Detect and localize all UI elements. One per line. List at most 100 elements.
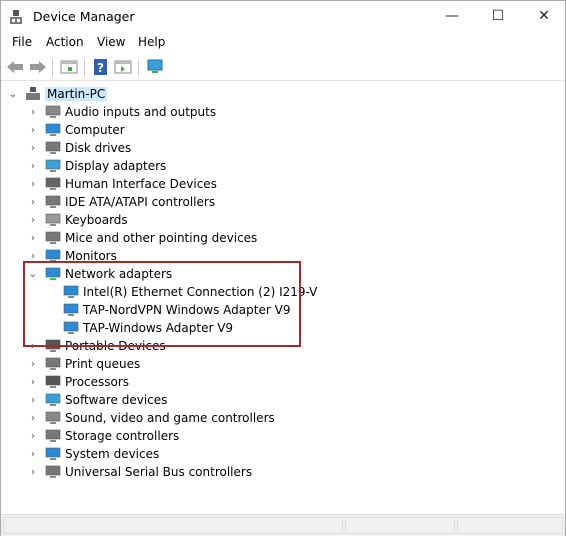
tree-item-label: Processors xyxy=(65,375,130,389)
expand-chevron-icon[interactable]: › xyxy=(27,467,39,478)
toolbar-separator xyxy=(84,59,85,77)
device-manager-window: Device Manager — ☐ ✕ File Action View He… xyxy=(0,0,566,536)
tree-child-item[interactable]: TAP-Windows Adapter V9 xyxy=(45,319,233,337)
sound-icon xyxy=(45,411,61,424)
expand-chevron-icon[interactable]: › xyxy=(27,179,39,190)
tree-root[interactable]: ⌄ Martin-PC xyxy=(7,85,108,103)
tree-item[interactable]: › Disk drives xyxy=(27,139,131,157)
expand-chevron-icon[interactable]: › xyxy=(27,395,39,406)
status-pane xyxy=(345,517,455,534)
display-icon xyxy=(45,159,61,172)
tree-item[interactable]: › Human Interface Devices xyxy=(27,175,217,193)
expand-chevron-icon[interactable]: › xyxy=(27,341,39,352)
toolbar: ? xyxy=(1,55,565,81)
tree-item[interactable]: › Computer xyxy=(27,121,125,139)
forward-icon[interactable] xyxy=(29,59,47,75)
tree-item-label: System devices xyxy=(65,447,160,461)
monitor-icon xyxy=(45,249,61,262)
properties-icon[interactable] xyxy=(60,59,78,75)
tree-item[interactable]: › Storage controllers xyxy=(27,427,179,445)
expand-chevron-icon[interactable]: › xyxy=(27,107,39,118)
tree-item-label: TAP-NordVPN Windows Adapter V9 xyxy=(83,303,291,317)
tree-item-label: Universal Serial Bus controllers xyxy=(65,465,253,479)
expand-chevron-icon[interactable]: › xyxy=(27,233,39,244)
tree-item-label: Print queues xyxy=(65,357,141,371)
tree-item-label: Mice and other pointing devices xyxy=(65,231,258,245)
expand-chevron-icon[interactable]: › xyxy=(27,449,39,460)
tree-item[interactable]: › Portable Devices xyxy=(27,337,166,355)
minimize-button[interactable]: — xyxy=(429,1,475,31)
expand-chevron-icon[interactable]: › xyxy=(27,359,39,370)
window-title: Device Manager xyxy=(33,9,135,24)
portable-icon xyxy=(45,339,61,352)
expand-chevron-icon[interactable]: › xyxy=(27,161,39,172)
tree-item-label: Intel(R) Ethernet Connection (2) I219-V xyxy=(83,285,318,299)
maximize-button[interactable]: ☐ xyxy=(475,1,521,31)
disk-icon xyxy=(45,141,61,154)
driver-icon[interactable] xyxy=(114,59,132,75)
toolbar-separator xyxy=(138,59,139,77)
network-adapter-icon xyxy=(63,285,79,298)
expand-chevron-icon[interactable]: › xyxy=(27,125,39,136)
expand-chevron-icon[interactable]: › xyxy=(27,215,39,226)
speaker-icon xyxy=(45,105,61,118)
toolbar-separator xyxy=(52,59,53,77)
tree-item[interactable]: › Monitors xyxy=(27,247,117,265)
system-icon xyxy=(45,447,61,460)
monitor-icon[interactable] xyxy=(146,59,164,75)
expand-chevron-icon[interactable]: › xyxy=(27,143,39,154)
tree-item[interactable]: › Audio inputs and outputs xyxy=(27,103,216,121)
tree-item-label: Software devices xyxy=(65,393,168,407)
expand-chevron-icon[interactable]: › xyxy=(27,413,39,424)
tree-item[interactable]: › Display adapters xyxy=(27,157,166,175)
status-pane xyxy=(457,517,563,534)
close-button[interactable]: ✕ xyxy=(521,1,566,31)
tree-item[interactable]: › Universal Serial Bus controllers xyxy=(27,463,252,481)
tree-item-label: Keyboards xyxy=(65,213,128,227)
tree-item[interactable]: › Software devices xyxy=(27,391,167,409)
tree-item-label: Storage controllers xyxy=(65,429,180,443)
status-bar xyxy=(1,514,565,536)
menu-view[interactable]: View xyxy=(97,35,125,49)
tree-child-item[interactable]: Intel(R) Ethernet Connection (2) I219-V xyxy=(45,283,317,301)
tree-item[interactable]: › Mice and other pointing devices xyxy=(27,229,257,247)
tree-item[interactable]: › Processors xyxy=(27,373,129,391)
tree-child-item[interactable]: TAP-NordVPN Windows Adapter V9 xyxy=(45,301,290,319)
tree-item[interactable]: › Print queues xyxy=(27,355,140,373)
menu-help[interactable]: Help xyxy=(138,35,165,49)
tree-item-label: Disk drives xyxy=(65,141,132,155)
expand-chevron-icon[interactable]: › xyxy=(27,431,39,442)
tree-item[interactable]: › IDE ATA/ATAPI controllers xyxy=(27,193,215,211)
collapse-chevron-icon[interactable]: ⌄ xyxy=(7,89,19,100)
tree-item-label: Martin-PC xyxy=(45,87,108,101)
expand-chevron-icon[interactable]: › xyxy=(27,251,39,262)
menu-file[interactable]: File xyxy=(12,35,32,49)
tree-item[interactable]: › Keyboards xyxy=(27,211,128,229)
hid-icon xyxy=(45,177,61,190)
tree-item-label: Computer xyxy=(65,123,125,137)
back-icon[interactable] xyxy=(6,59,24,75)
tree-item[interactable]: › System devices xyxy=(27,445,159,463)
device-manager-icon xyxy=(10,10,22,24)
tree-item-label: Portable Devices xyxy=(65,339,166,353)
usb-icon xyxy=(45,465,61,478)
tree-item[interactable]: › Sound, video and game controllers xyxy=(27,409,275,427)
ide-icon xyxy=(45,195,61,208)
keyboard-icon xyxy=(45,213,61,226)
status-pane xyxy=(3,517,343,534)
tree-item-label: Display adapters xyxy=(65,159,167,173)
processor-icon xyxy=(45,375,61,388)
tree-item-label: Sound, video and game controllers xyxy=(65,411,275,425)
title-bar: Device Manager — ☐ ✕ xyxy=(1,1,565,33)
tree-item[interactable]: ⌄ Network adapters xyxy=(27,265,172,283)
expand-chevron-icon[interactable]: › xyxy=(27,197,39,208)
expand-chevron-icon[interactable]: › xyxy=(27,377,39,388)
tree-item-label: Audio inputs and outputs xyxy=(65,105,217,119)
computer-icon xyxy=(45,123,61,136)
svg-text:?: ? xyxy=(97,61,104,75)
help-icon[interactable]: ? xyxy=(92,59,110,75)
collapse-chevron-icon[interactable]: ⌄ xyxy=(27,269,39,280)
menu-action[interactable]: Action xyxy=(46,35,84,49)
menu-bar: File Action View Help xyxy=(1,33,565,53)
storage-icon xyxy=(45,429,61,442)
